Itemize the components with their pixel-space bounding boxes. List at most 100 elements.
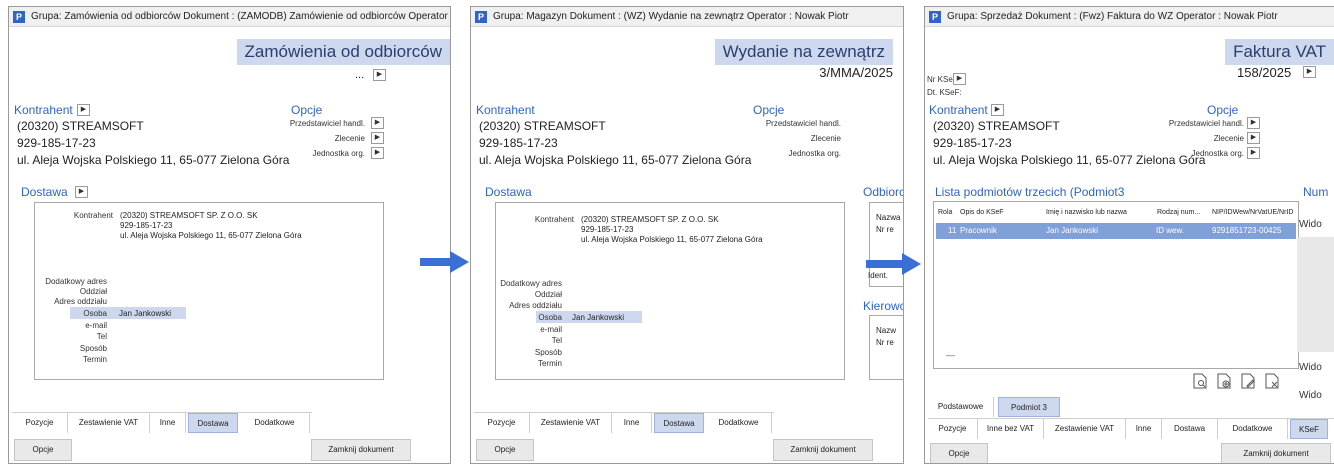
- kontrahent-nip: 929-185-17-23: [933, 136, 1012, 150]
- kontrahent-address: ul. Aleja Wojska Polskiego 11, 65-077 Zi…: [933, 153, 1206, 167]
- dostawa-label: Dostawa: [485, 185, 532, 199]
- tab-dostawa[interactable]: Dostawa: [188, 413, 238, 433]
- table-row[interactable]: 11 Pracownik Jan Jankowski ID wew. 92918…: [936, 223, 1296, 239]
- tab-dostawa[interactable]: Dostawa: [654, 413, 704, 433]
- dostawa-kontrahent-address: ul. Aleja Wojska Polskiego 11, 65-077 Zi…: [581, 235, 763, 244]
- tab-inne-bez-vat[interactable]: Inne bez VAT: [978, 419, 1044, 439]
- document-edit-icon[interactable]: [1241, 373, 1255, 389]
- tab-zestawienie-vat[interactable]: Zestawienie VAT: [68, 413, 150, 433]
- tab-inne[interactable]: Inne: [150, 413, 186, 433]
- kontrahent-nip: 929-185-17-23: [479, 136, 558, 150]
- kontrahent-name: (20320) STREAMSOFT: [479, 119, 606, 133]
- cell-rola: 11: [948, 226, 957, 235]
- col-nip[interactable]: NIP/IDWew/NrVatUE/NrID: [1212, 206, 1293, 220]
- field-adres-oddzialu: Adres oddziału: [54, 297, 107, 306]
- app-logo-icon: P: [13, 11, 25, 23]
- field-dodatkowy-adres: Dodatkowy adres: [500, 279, 562, 288]
- jednostka-button[interactable]: ▶: [371, 147, 384, 159]
- field-tel: Tel: [551, 336, 562, 345]
- tab-dodatkowe[interactable]: Dodatkowe: [1218, 419, 1288, 439]
- window-zamowienie: P Grupa: Zamówienia od odbiorców Dokumen…: [8, 6, 451, 464]
- tab-pozycje[interactable]: Pozycje: [474, 413, 530, 433]
- tab-dodatkowe[interactable]: Dodatkowe: [706, 413, 772, 433]
- dostawa-kontrahent-name: (20320) STREAMSOFT SP. Z O.O. SK: [581, 215, 719, 224]
- cell-rodzaj: ID wew.: [1156, 226, 1185, 235]
- zamknij-dokument-button[interactable]: Zamknij dokument: [1221, 443, 1331, 463]
- kontrahent-label: Kontrahent: [476, 103, 535, 117]
- wido-label-3: Wido: [1299, 390, 1322, 401]
- kierowca-nazwa: Nazw: [876, 326, 897, 335]
- nr-ksef-button[interactable]: ▶: [953, 73, 966, 85]
- wido-label-2: Wido: [1299, 362, 1322, 373]
- document-number: ...: [355, 69, 365, 81]
- zlecenie-button[interactable]: ▶: [1247, 132, 1260, 144]
- opcje-zlecenie: Zlecenie: [1213, 134, 1244, 143]
- kontrahent-name: (20320) STREAMSOFT: [17, 119, 144, 133]
- dostawa-button[interactable]: ▶: [75, 186, 88, 198]
- dostawa-box: Kontrahent (20320) STREAMSOFT SP. Z O.O.…: [495, 202, 845, 380]
- document-title: Zamówienia od odbiorców: [236, 39, 450, 65]
- tab-dostawa[interactable]: Dostawa: [1162, 419, 1218, 439]
- dostawa-kontrahent-label: Kontrahent: [73, 211, 113, 220]
- opcje-label: Opcje: [753, 103, 785, 117]
- subtabs-bar: Podstawowe Podmiot 3: [928, 397, 1068, 417]
- zamknij-dokument-button[interactable]: Zamknij dokument: [311, 439, 411, 461]
- tab-inne[interactable]: Inne: [612, 413, 652, 433]
- tab-ksef[interactable]: KSeF: [1290, 419, 1328, 439]
- grid-footer: —: [946, 350, 955, 360]
- field-email: e-mail: [540, 325, 562, 334]
- kontrahent-label: Kontrahent: [14, 103, 73, 117]
- kierowca-box: Nazw Nr re: [869, 315, 903, 380]
- opcje-jednostka: Jednostka org.: [788, 149, 841, 158]
- cell-imie: Jan Jankowski: [1046, 226, 1099, 235]
- cell-opis: Pracownik: [960, 226, 997, 235]
- window-wydanie: P Grupa: Magazyn Dokument : (WZ) Wydanie…: [470, 6, 904, 464]
- jednostka-button[interactable]: ▶: [1247, 147, 1260, 159]
- field-osoba: Osoba: [538, 313, 562, 322]
- zamknij-dokument-button[interactable]: Zamknij dokument: [773, 439, 873, 461]
- tab-dodatkowe[interactable]: Dodatkowe: [240, 413, 310, 433]
- osoba-value[interactable]: Jan Jankowski: [572, 313, 624, 322]
- document-number-button[interactable]: ▶: [1303, 66, 1316, 78]
- odbiorca-label: Odbiorca: [863, 185, 903, 199]
- tab-zestawienie-vat[interactable]: Zestawienie VAT: [530, 413, 612, 433]
- kontrahent-button[interactable]: ▶: [991, 104, 1004, 116]
- tab-pozycje[interactable]: Pozycje: [12, 413, 68, 433]
- subtab-podmiot3[interactable]: Podmiot 3: [998, 397, 1060, 417]
- przedstawiciel-button[interactable]: ▶: [1247, 117, 1260, 129]
- opcje-button[interactable]: Opcje: [930, 443, 988, 463]
- opcje-przedstawiciel: Przedstawiciel handl.: [1168, 119, 1244, 128]
- col-rola[interactable]: Rola: [938, 206, 952, 220]
- osoba-value[interactable]: Jan Jankowski: [119, 309, 171, 318]
- field-termin: Termin: [537, 359, 562, 368]
- zlecenie-button[interactable]: ▶: [371, 132, 384, 144]
- title-bar: P Grupa: Magazyn Dokument : (WZ) Wydanie…: [471, 7, 903, 27]
- document-number: 158/2025: [1237, 65, 1292, 80]
- subtab-podstawowe[interactable]: Podstawowe: [928, 397, 994, 417]
- kontrahent-button[interactable]: ▶: [77, 104, 90, 116]
- field-tel: Tel: [96, 332, 107, 341]
- document-delete-icon[interactable]: [1265, 373, 1279, 389]
- col-rodzaj-num[interactable]: Rodzaj num...: [1157, 206, 1200, 220]
- tab-zestawienie-vat[interactable]: Zestawienie VAT: [1044, 419, 1126, 439]
- kontrahent-label: Kontrahent: [929, 103, 988, 117]
- opcje-jednostka: Jednostka org.: [312, 149, 365, 158]
- document-search-icon[interactable]: [1193, 373, 1207, 389]
- document-title: Wydanie na zewnątrz: [714, 39, 893, 65]
- opcje-przedstawiciel: Przedstawiciel handl.: [765, 119, 841, 128]
- document-add-icon[interactable]: [1217, 373, 1231, 389]
- przedstawiciel-button[interactable]: ▶: [371, 117, 384, 129]
- window-title: Grupa: Sprzedaż Dokument : (Fwz) Faktura…: [947, 11, 1278, 22]
- opcje-button[interactable]: Opcje: [476, 439, 534, 461]
- tab-pozycje[interactable]: Pozycje: [928, 419, 978, 439]
- num-label: Num: [1303, 185, 1329, 199]
- col-imie-nazwisko[interactable]: Imię i nazwisko lub nazwa: [1046, 206, 1127, 220]
- tab-inne[interactable]: Inne: [1126, 419, 1162, 439]
- document-number: 3/MMA/2025: [819, 65, 893, 80]
- opcje-button[interactable]: Opcje: [14, 439, 72, 461]
- field-sposob: Sposób: [79, 344, 107, 353]
- document-number-button[interactable]: ▶: [373, 69, 386, 81]
- opcje-jednostka: Jednostka org.: [1191, 149, 1244, 158]
- kierowca-nr: Nr re: [876, 338, 894, 347]
- col-opis-ksef[interactable]: Opis do KSeF: [960, 206, 1004, 220]
